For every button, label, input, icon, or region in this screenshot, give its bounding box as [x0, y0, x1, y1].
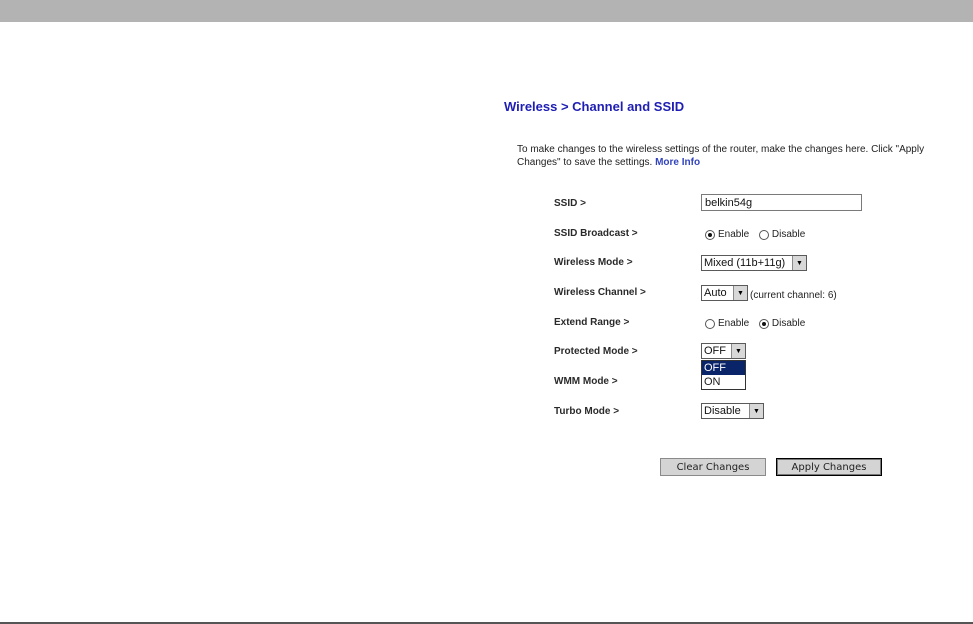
wireless-channel-select[interactable]: Auto ▼	[701, 285, 748, 301]
radio-button-icon[interactable]	[705, 229, 715, 240]
extend-range-enable-label: Enable	[718, 318, 750, 329]
ssid-broadcast-label: SSID Broadcast >	[554, 228, 638, 239]
extend-range-enable-option[interactable]: Enable	[705, 318, 749, 329]
clear-changes-button[interactable]: Clear Changes	[660, 458, 766, 476]
apply-changes-button[interactable]: Apply Changes	[776, 458, 882, 476]
wmm-mode-label: WMM Mode >	[554, 376, 618, 387]
wireless-channel-label: Wireless Channel >	[554, 287, 646, 298]
wireless-channel-value: Auto	[704, 287, 727, 299]
dropdown-arrow-icon[interactable]: ▼	[733, 286, 747, 300]
extend-range-radio-group: Enable Disable	[705, 318, 812, 332]
radio-button-icon[interactable]	[705, 318, 715, 329]
protected-mode-dropdown-list: OFF ON	[701, 360, 746, 390]
top-header-bar	[0, 0, 973, 22]
radio-button-icon[interactable]	[758, 318, 769, 329]
wireless-mode-select[interactable]: Mixed (11b+11g) ▼	[701, 255, 807, 271]
intro-text: To make changes to the wireless settings…	[517, 144, 925, 168]
turbo-mode-value: Disable	[704, 405, 741, 417]
radio-button-icon[interactable]	[758, 229, 769, 240]
extend-range-disable-option[interactable]: Disable	[758, 318, 806, 329]
ssid-input[interactable]: belkin54g	[701, 194, 862, 211]
extend-range-label: Extend Range >	[554, 317, 630, 328]
ssid-broadcast-disable-option[interactable]: Disable	[758, 229, 806, 240]
protected-mode-option-off[interactable]: OFF	[702, 361, 745, 375]
ssid-broadcast-disable-label: Disable	[771, 229, 806, 240]
extend-range-disable-label: Disable	[771, 318, 806, 329]
protected-mode-option-on[interactable]: ON	[702, 375, 745, 389]
page-title: Wireless > Channel and SSID	[504, 99, 685, 114]
wireless-mode-value: Mixed (11b+11g)	[704, 257, 786, 269]
turbo-mode-label: Turbo Mode >	[554, 406, 620, 417]
protected-mode-select[interactable]: OFF ▼	[701, 343, 746, 359]
wireless-mode-label: Wireless Mode >	[554, 257, 633, 268]
more-info-link[interactable]: More Info	[655, 157, 700, 168]
dropdown-arrow-icon[interactable]: ▼	[792, 256, 806, 270]
turbo-mode-select[interactable]: Disable ▼	[701, 403, 764, 419]
intro-text-block: To make changes to the wireless settings…	[517, 143, 967, 169]
ssid-broadcast-radio-group: Enable Disable	[705, 229, 812, 243]
dropdown-arrow-icon[interactable]: ▼	[731, 344, 745, 358]
ssid-broadcast-enable-option[interactable]: Enable	[705, 229, 749, 240]
protected-mode-label: Protected Mode >	[554, 346, 638, 357]
protected-mode-value: OFF	[704, 345, 726, 357]
ssid-broadcast-enable-label: Enable	[718, 229, 750, 240]
current-channel-note: (current channel: 6)	[750, 290, 837, 301]
ssid-label: SSID >	[554, 198, 586, 209]
dropdown-arrow-icon[interactable]: ▼	[749, 404, 763, 418]
